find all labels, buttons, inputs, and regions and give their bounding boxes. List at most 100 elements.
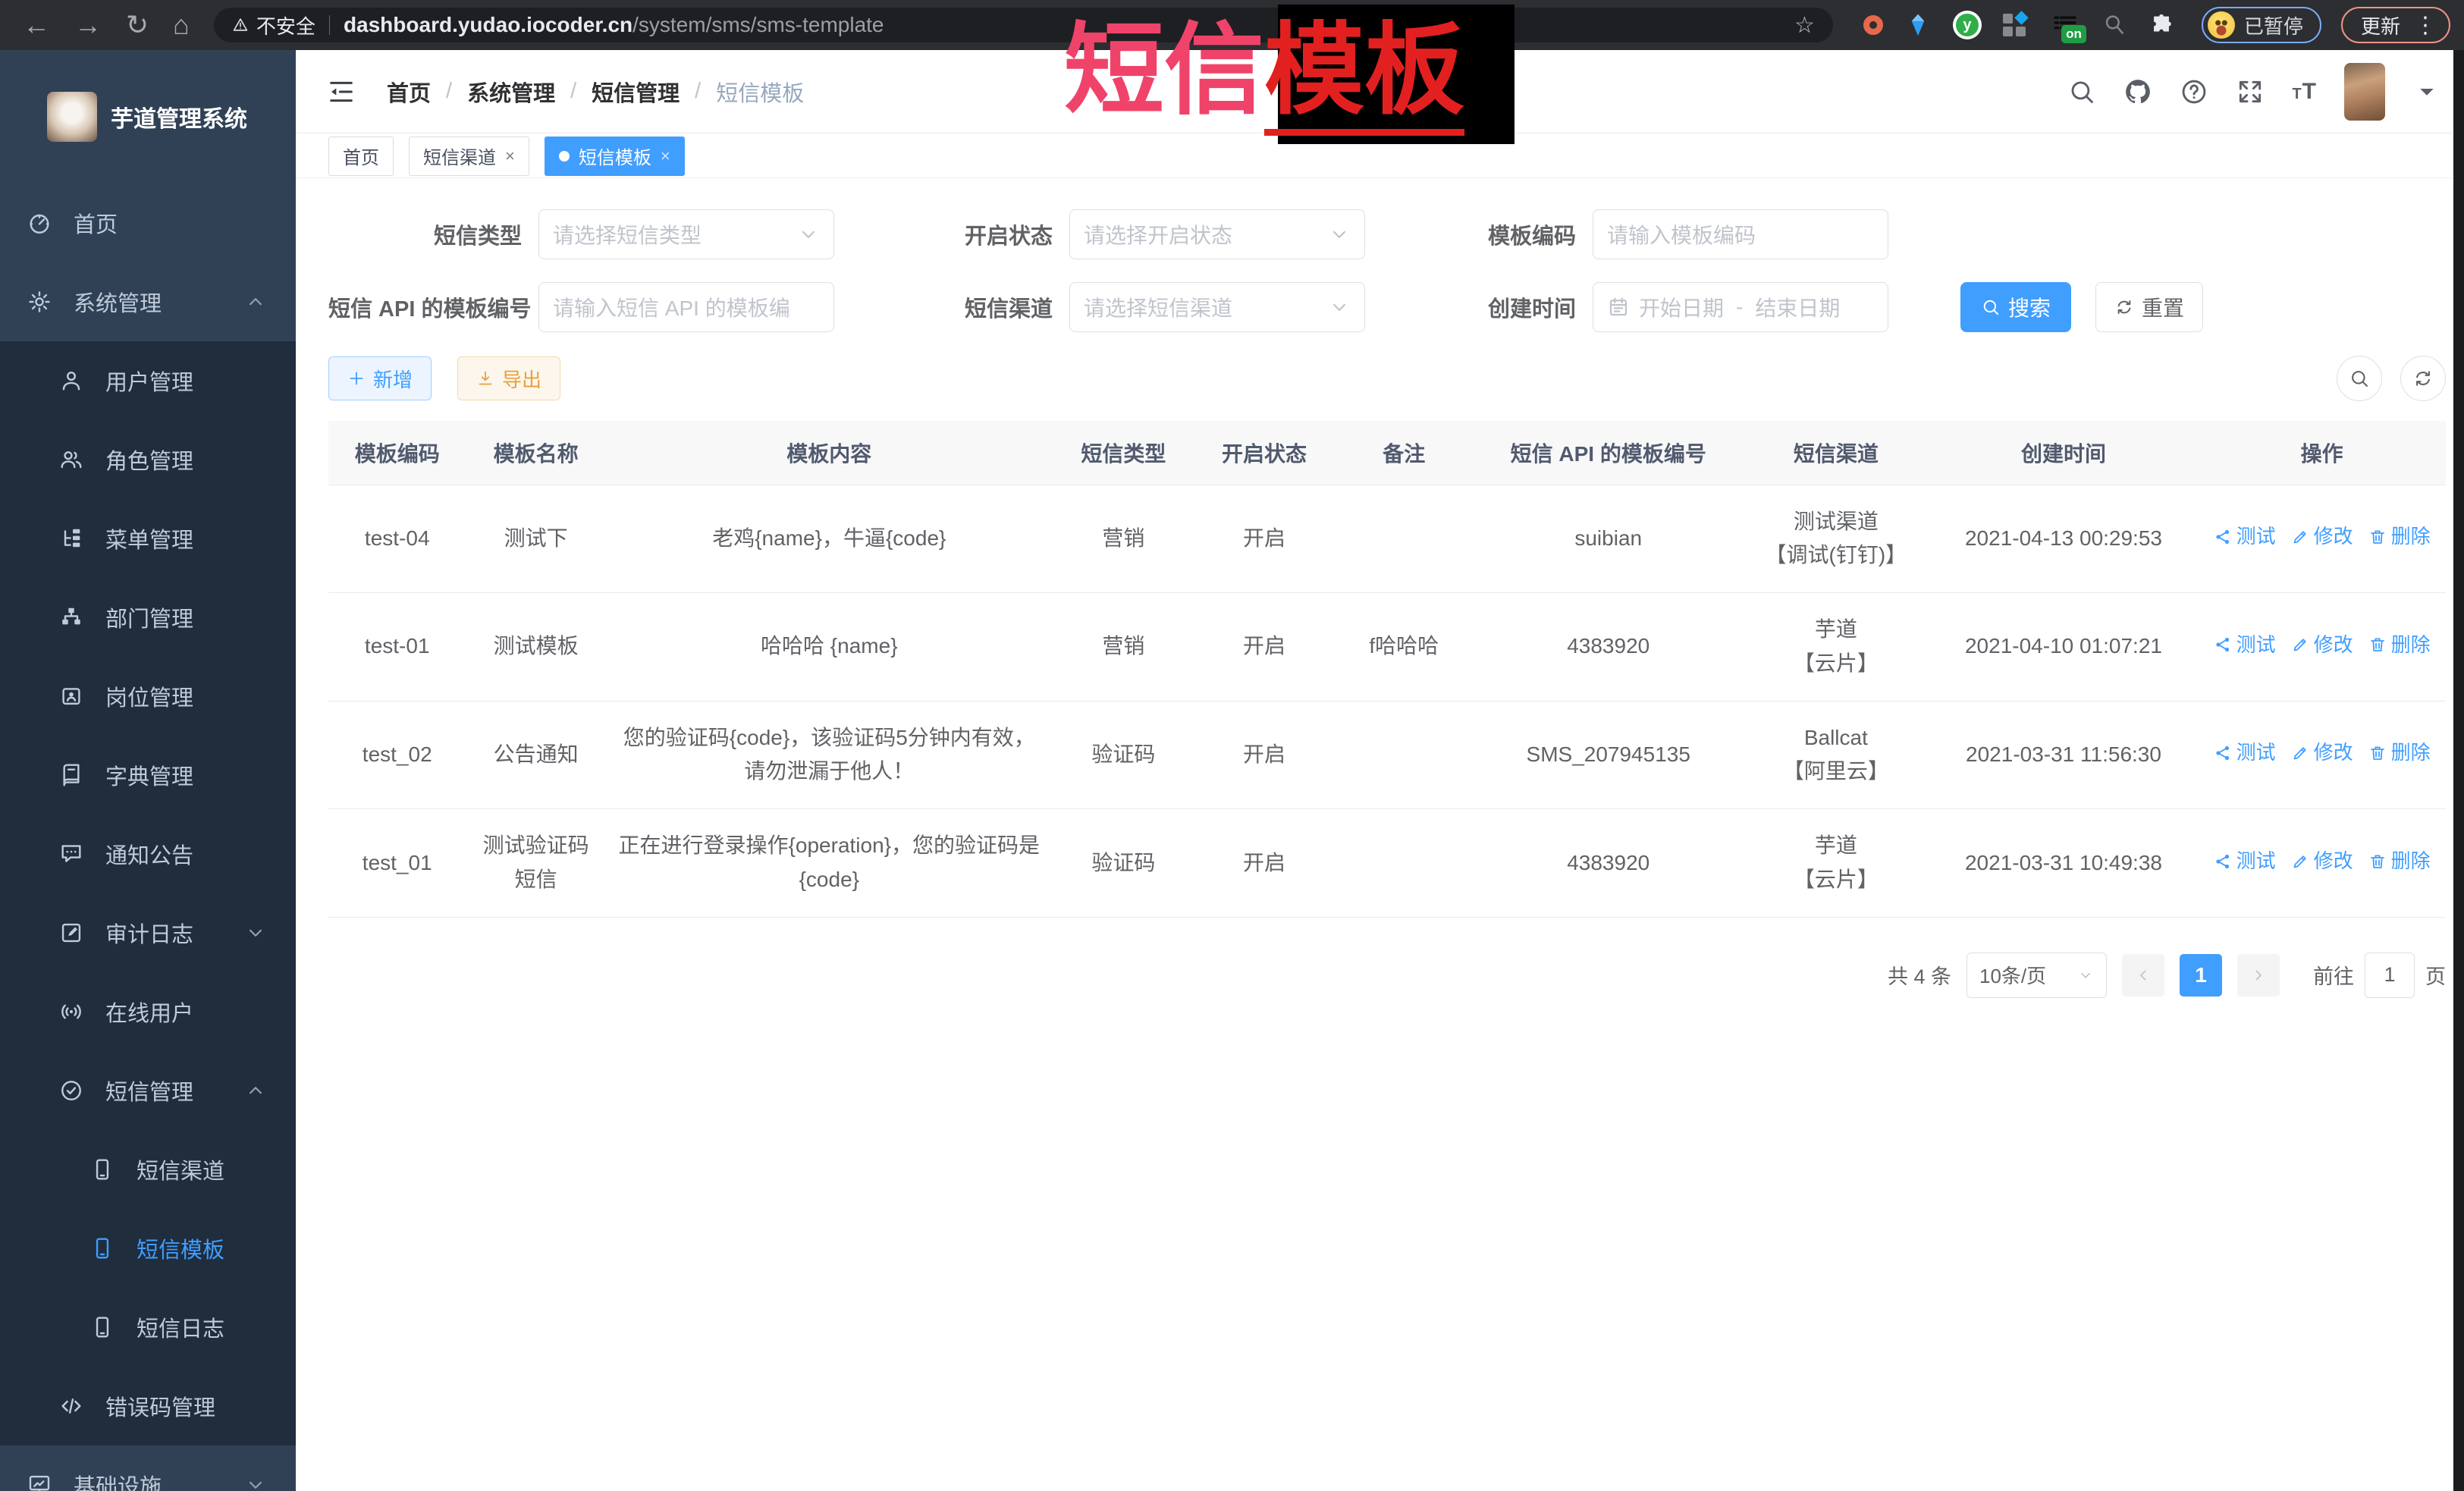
delete-link[interactable]: 删除 <box>2368 629 2431 661</box>
tree-icon <box>59 526 83 551</box>
test-link[interactable]: 测试 <box>2214 629 2276 661</box>
sidebar-item-notice-announcement[interactable]: 通知公告 <box>0 815 296 893</box>
delete-link[interactable]: 删除 <box>2368 521 2431 553</box>
github-icon[interactable] <box>2123 77 2152 106</box>
cell-create-time: 2021-04-10 01:07:21 <box>1929 593 2199 702</box>
placeholder-text: 请选择短信渠道 <box>1084 292 1232 322</box>
search-icon[interactable] <box>2067 77 2096 106</box>
question-icon[interactable] <box>2180 77 2208 106</box>
avatar-caret-down-icon[interactable] <box>2412 77 2441 106</box>
browser-profile-button[interactable]: 已暂停 <box>2202 7 2321 43</box>
browser-back-button[interactable]: ← <box>23 11 50 39</box>
refresh-table-button[interactable] <box>2400 356 2446 401</box>
edit-link[interactable]: 修改 <box>2291 521 2353 553</box>
user-avatar[interactable] <box>2344 63 2385 121</box>
export-button[interactable]: 导出 <box>457 356 560 400</box>
next-page-button[interactable] <box>2237 954 2280 997</box>
browser-reload-button[interactable]: ↻ <box>126 11 149 39</box>
sidebar-collapse-icon[interactable] <box>326 77 356 107</box>
browser-home-button[interactable]: ⌂ <box>173 11 190 39</box>
sidebar-item-system-management[interactable]: 系统管理 <box>0 262 296 341</box>
create-time-input[interactable]: 开始日期-结束日期 <box>1593 282 1888 332</box>
sidebar-item-online-users[interactable]: 在线用户 <box>0 972 296 1051</box>
toggle-search-button[interactable] <box>2337 356 2382 401</box>
user-icon <box>59 369 83 393</box>
sidebar-item-user-management[interactable]: 用户管理 <box>0 341 296 420</box>
page-size-select[interactable]: 10条/页 <box>1966 953 2107 998</box>
filter-field-sms-channel: 短信渠道请选择短信渠道 <box>857 282 1365 332</box>
magnifier-extension-icon[interactable] <box>2101 12 2127 38</box>
sidebar-item-sms-template[interactable]: 短信模板 <box>0 1209 296 1288</box>
template-code-input[interactable]: 请输入模板编码 <box>1593 209 1888 259</box>
cell-api_template_id: 4383920 <box>1474 809 1743 918</box>
sidebar-item-role-management[interactable]: 角色管理 <box>0 420 296 499</box>
status-select[interactable]: 请选择开启状态 <box>1069 209 1365 259</box>
sidebar-item-post-management[interactable]: 岗位管理 <box>0 657 296 736</box>
fullscreen-icon[interactable] <box>2236 77 2265 106</box>
breadcrumb-item[interactable]: 系统管理 <box>467 76 555 108</box>
edit-link[interactable]: 修改 <box>2291 737 2353 769</box>
sidebar-item-sms-management[interactable]: 短信管理 <box>0 1051 296 1130</box>
cell-status: 开启 <box>1194 701 1334 809</box>
y-extension-icon[interactable]: y <box>1953 11 1982 39</box>
browser-forward-button[interactable]: → <box>74 11 102 39</box>
sidebar-item-infrastructure[interactable]: 基础设施 <box>0 1445 296 1491</box>
delete-link[interactable]: 删除 <box>2368 737 2431 769</box>
sidebar-item-label: 菜单管理 <box>105 523 193 554</box>
gem-extension-icon[interactable] <box>1904 11 1932 39</box>
sidebar-item-dept-management[interactable]: 部门管理 <box>0 578 296 657</box>
sidebar-item-label: 部门管理 <box>105 601 193 633</box>
test-link[interactable]: 测试 <box>2214 737 2276 769</box>
share-icon <box>2214 852 2232 871</box>
test-link[interactable]: 测试 <box>2214 521 2276 553</box>
test-link[interactable]: 测试 <box>2214 846 2276 877</box>
breadcrumb-item[interactable]: 首页 <box>387 76 431 108</box>
browser-update-button[interactable]: 更新 ⋮ <box>2341 7 2450 43</box>
close-icon[interactable]: × <box>505 148 515 165</box>
main-content: 短信类型请选择短信类型开启状态请选择开启状态模板编码请输入模板编码短信 API … <box>296 178 2464 1491</box>
sidebar-item-menu-management[interactable]: 菜单管理 <box>0 499 296 578</box>
list-extension-icon[interactable]: on <box>2050 11 2080 39</box>
api-template-id-input[interactable]: 请输入短信 API 的模板编 <box>538 282 834 332</box>
goto-page-input[interactable] <box>2365 953 2415 998</box>
breadcrumb-item[interactable]: 短信管理 <box>592 76 680 108</box>
reset-button[interactable]: 重置 <box>2095 282 2203 332</box>
sidebar-item-dict-management[interactable]: 字典管理 <box>0 736 296 815</box>
sms-channel-select[interactable]: 请选择短信渠道 <box>1069 282 1365 332</box>
cell-operations: 测试修改删除 <box>2198 701 2446 809</box>
tab-sms-channel[interactable]: 短信渠道× <box>409 137 529 176</box>
search-icon <box>2349 368 2370 389</box>
calendar-icon <box>1607 296 1630 319</box>
edit-link[interactable]: 修改 <box>2291 846 2353 877</box>
font-size-icon[interactable]: TT <box>2292 79 2317 105</box>
search-button[interactable]: 搜索 <box>1960 282 2071 332</box>
sidebar-item-sms-log[interactable]: 短信日志 <box>0 1288 296 1367</box>
edit-link[interactable]: 修改 <box>2291 629 2353 661</box>
browser-menu-icon[interactable]: ⋮ <box>2414 12 2437 39</box>
cell-channel: 芋道【云片】 <box>1743 809 1929 918</box>
sidebar-item-error-code-management[interactable]: 错误码管理 <box>0 1367 296 1445</box>
profile-emoji-avatar <box>2208 11 2235 39</box>
cell-channel: 芋道【云片】 <box>1743 593 1929 702</box>
active-tab-dot <box>559 151 570 162</box>
sidebar-item-home[interactable]: 首页 <box>0 184 296 262</box>
sidebar-item-audit-log[interactable]: 审计日志 <box>0 893 296 972</box>
grid-extension-icon[interactable] <box>2003 12 2029 38</box>
add-button[interactable]: 新增 <box>328 356 432 400</box>
donut-extension-icon[interactable] <box>1863 15 1883 35</box>
share-icon <box>2214 636 2232 654</box>
cell-status: 开启 <box>1194 485 1334 593</box>
close-icon[interactable]: × <box>661 148 670 165</box>
puzzle-extensions-icon[interactable] <box>2149 12 2174 38</box>
tab-home[interactable]: 首页 <box>328 137 394 176</box>
prev-page-button[interactable] <box>2122 954 2164 997</box>
tab-sms-template[interactable]: 短信模板× <box>545 137 685 176</box>
sidebar-logo[interactable]: 芋道管理系统 <box>0 50 296 184</box>
sms-type-select[interactable]: 请选择短信类型 <box>538 209 834 259</box>
bookmark-star-icon[interactable]: ☆ <box>1794 12 1815 39</box>
current-page-button[interactable]: 1 <box>2180 954 2222 997</box>
address-bar[interactable]: 不安全 dashboard.yudao.iocoder.cn/system/sm… <box>214 8 1833 42</box>
sidebar-item-sms-channel[interactable]: 短信渠道 <box>0 1130 296 1209</box>
sidebar-item-label: 错误码管理 <box>105 1390 215 1422</box>
delete-link[interactable]: 删除 <box>2368 846 2431 877</box>
